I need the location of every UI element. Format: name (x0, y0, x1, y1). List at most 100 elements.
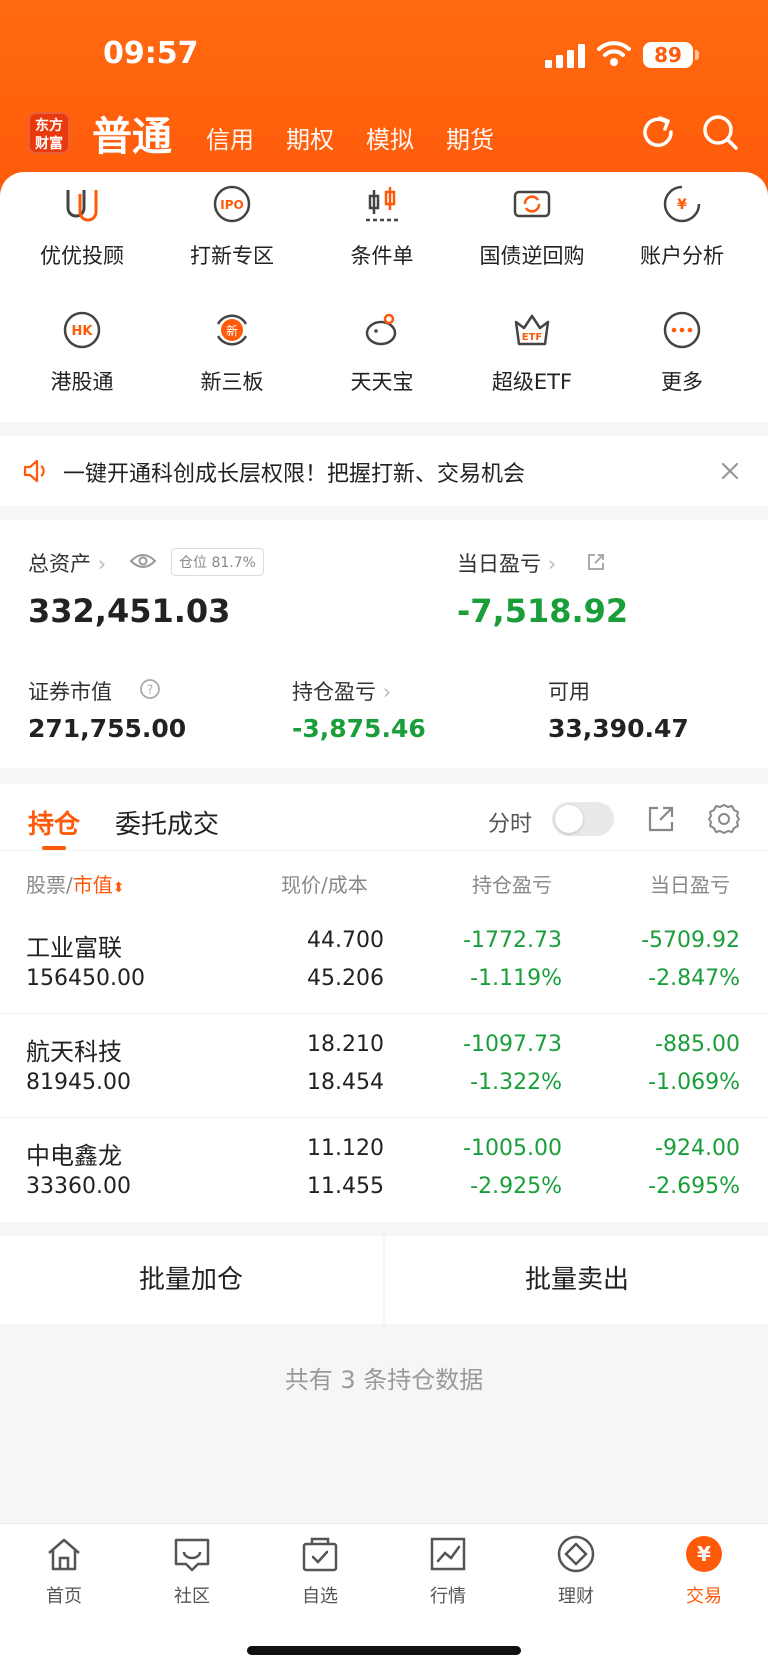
divider (383, 1236, 385, 1324)
share-icon[interactable] (586, 552, 606, 572)
notice-banner[interactable]: 一键开通科创成长层权限！把握打新、交易机会 (0, 436, 768, 506)
feature-uu-advisor[interactable]: 优优投顾 (7, 184, 157, 270)
nav-tab-simulate[interactable]: 模拟 (366, 120, 414, 155)
header: 09:57 89 东方 财富 普通 信用 期权 模拟 期货 (0, 0, 768, 200)
svg-text:¥: ¥ (677, 197, 687, 213)
sort-icon: ⬍ (112, 880, 125, 896)
tabbar-community[interactable]: 社区 (142, 1534, 242, 1608)
batch-add-button[interactable]: 批量加仓 (0, 1236, 382, 1324)
feature-account-analysis[interactable]: ¥ 账户分析 (607, 184, 757, 270)
total-assets-value: 332,451.03 (28, 592, 231, 630)
new-third-board-icon: 新 (216, 314, 248, 346)
nav-tab-options[interactable]: 期权 (286, 120, 334, 155)
position-ratio-chip: 仓位 81.7% (171, 548, 264, 576)
status-bar: 09:57 89 (0, 36, 768, 76)
daily-pl-value: -7,518.92 (457, 592, 629, 630)
speaker-icon (23, 459, 45, 483)
app-logo: 东方 财富 (28, 112, 70, 154)
home-indicator (247, 1646, 521, 1655)
feature-new-third-board[interactable]: 新 新三板 (157, 310, 307, 396)
piggy-bank-icon (365, 313, 397, 346)
nav-tab-credit[interactable]: 信用 (206, 120, 254, 155)
batch-sell-button[interactable]: 批量卖出 (386, 1236, 768, 1324)
col-stock-mv[interactable]: 股票/市值⬍ (26, 869, 124, 898)
svg-text:HK: HK (72, 324, 94, 339)
available-value: 33,390.47 (548, 714, 689, 743)
feature-ipo-zone[interactable]: IPO 打新专区 (157, 184, 307, 270)
clock: 09:57 (103, 36, 199, 71)
wealth-icon (557, 1535, 595, 1573)
holdings-count-text: 共有 3 条持仓数据 (284, 1366, 484, 1394)
search-icon[interactable] (700, 112, 740, 152)
table-row[interactable]: 航天科技 81945.00 18.210 18.454 -1097.73 -1.… (0, 1014, 768, 1118)
nav-tab-futures[interactable]: 期货 (446, 120, 494, 155)
chevron-right-icon: › (382, 680, 392, 704)
community-icon (174, 1538, 210, 1572)
condition-order-icon (366, 187, 398, 222)
tabbar-watchlist[interactable]: 自选 (270, 1534, 370, 1608)
gear-icon[interactable] (707, 802, 741, 836)
svg-text:?: ? (147, 683, 153, 697)
intraday-toggle[interactable] (552, 802, 614, 836)
market-value: 271,755.00 (28, 714, 187, 743)
feature-reverse-repo[interactable]: 国债逆回购 (457, 184, 607, 270)
bottom-tab-bar: 首页 社区 自选 行情 理财 ¥ 交易 (0, 1523, 768, 1669)
available-label: 可用 (548, 680, 590, 704)
svg-text:ETF: ETF (522, 332, 542, 343)
feature-hk-connect[interactable]: HK 港股通 (7, 310, 157, 396)
notice-text: 一键开通科创成长层权限！把握打新、交易机会 (63, 462, 526, 487)
svg-text:IPO: IPO (220, 198, 243, 212)
etf-icon: ETF (514, 314, 550, 346)
feature-more[interactable]: 更多 (607, 310, 757, 396)
holding-pl-value: -3,875.46 (292, 714, 426, 743)
ipo-icon: IPO (213, 185, 251, 223)
tab-holdings[interactable]: 持仓 (28, 804, 80, 841)
account-type-nav: 东方 财富 普通 信用 期权 模拟 期货 (0, 108, 768, 164)
home-icon (48, 1538, 80, 1571)
wifi-icon (597, 41, 631, 66)
uu-advisor-icon (66, 190, 98, 222)
feature-super-etf[interactable]: ETF 超级ETF (457, 310, 607, 396)
battery-indicator: 89 (643, 42, 699, 68)
holdings-panel: 持仓 委托成交 分时 股票/市值⬍ 现价/成本 持仓盈亏 当日盈亏 工业富联 1… (0, 784, 768, 1222)
tabbar-market[interactable]: 行情 (398, 1534, 498, 1608)
table-row[interactable]: 工业富联 156450.00 44.700 45.206 -1772.73 -1… (0, 910, 768, 1014)
chevron-right-icon: › (97, 552, 107, 576)
col-daily-pl: 当日盈亏 (650, 873, 730, 897)
trade-icon: ¥ (686, 1536, 722, 1572)
holdings-table-header: 股票/市值⬍ 现价/成本 持仓盈亏 当日盈亏 (0, 850, 768, 910)
asset-summary: 总资产 › 仓位 81.7% 332,451.03 当日盈亏 › -7,518.… (0, 520, 768, 768)
hk-icon: HK (63, 311, 101, 349)
holding-pl-label[interactable]: 持仓盈亏 › (292, 676, 391, 706)
export-icon[interactable] (646, 804, 676, 834)
account-analysis-icon: ¥ (663, 185, 701, 223)
col-price-cost: 现价/成本 (281, 873, 368, 897)
eye-icon[interactable] (129, 551, 157, 571)
cellular-signal-icon (545, 44, 585, 68)
market-icon (430, 1537, 466, 1571)
tabbar-home[interactable]: 首页 (14, 1534, 114, 1608)
market-value-label: 证券市值 (28, 680, 112, 704)
more-icon (663, 311, 701, 349)
col-holding-pl: 持仓盈亏 (472, 873, 552, 897)
help-icon[interactable]: ? (139, 678, 161, 700)
svg-text:新: 新 (226, 323, 238, 338)
svg-text:¥: ¥ (697, 1542, 711, 1566)
tab-orders-trades[interactable]: 委托成交 (115, 804, 219, 841)
batch-actions: 批量加仓 批量卖出 (0, 1236, 768, 1324)
table-row[interactable]: 中电鑫龙 33360.00 11.120 11.455 -1005.00 -2.… (0, 1118, 768, 1222)
chevron-right-icon: › (547, 552, 557, 576)
feature-tiantianbao[interactable]: 天天宝 (307, 310, 457, 396)
nav-title-normal[interactable]: 普通 (92, 104, 172, 162)
close-icon[interactable] (721, 462, 739, 480)
total-assets-label[interactable]: 总资产 › (28, 548, 106, 578)
daily-pl-label[interactable]: 当日盈亏 › (457, 548, 556, 578)
watchlist-icon (302, 1537, 338, 1572)
reverse-repo-icon (513, 190, 551, 218)
feature-grid: 优优投顾 IPO 打新专区 条件单 国债逆回购 ¥ 账户分析 HK 港股通 新 … (0, 172, 768, 422)
refresh-icon[interactable] (638, 112, 678, 152)
intraday-label: 分时 (488, 812, 533, 837)
tabbar-trade[interactable]: ¥ 交易 (654, 1534, 754, 1608)
tabbar-wealth[interactable]: 理财 (526, 1534, 626, 1608)
feature-condition-order[interactable]: 条件单 (307, 184, 457, 270)
